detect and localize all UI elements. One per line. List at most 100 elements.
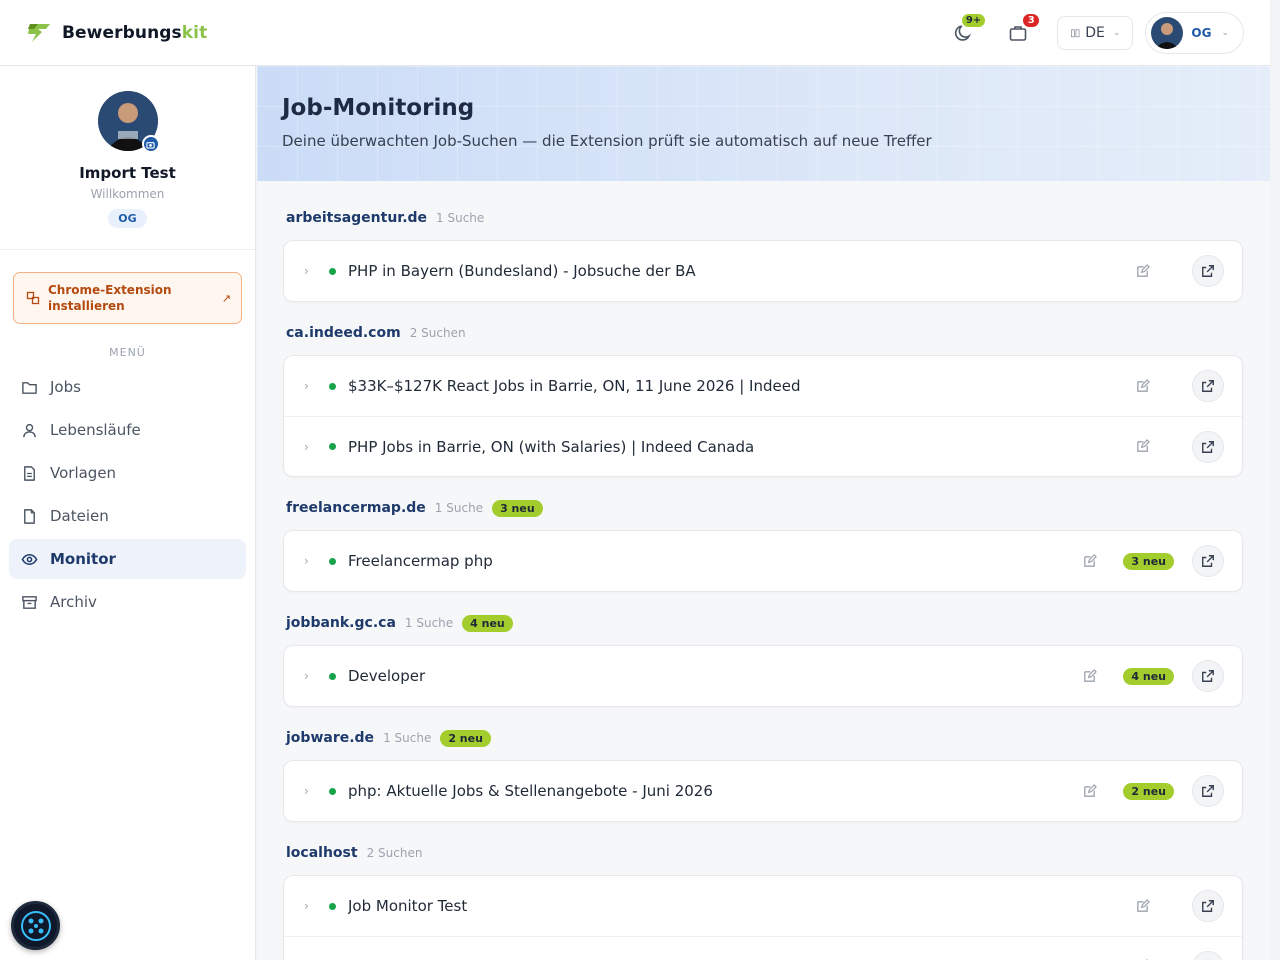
search-title: Freelancermap php <box>348 552 493 570</box>
edit-icon[interactable] <box>1132 437 1152 457</box>
document-icon <box>24 465 35 481</box>
open-external-button[interactable] <box>1192 545 1224 577</box>
sidebar-item-vorlagen[interactable]: Vorlagen <box>9 453 246 493</box>
chrome-extension-label: Chrome-Extension installieren <box>48 283 172 313</box>
search-row[interactable]: › PHP Jobs in Barrie, ON (with Salaries) … <box>284 416 1242 476</box>
logo-mark-icon <box>28 23 50 42</box>
user-icon <box>23 423 36 437</box>
page-header: Job-Monitoring Deine überwachten Job-Suc… <box>257 66 1270 181</box>
cookie-icon <box>20 910 51 941</box>
group-new-badge: 2 neu <box>440 729 491 747</box>
group-header: arbeitsagentur.de 1 Suche <box>286 207 1243 229</box>
sidebar-item-lebenslaeufe[interactable]: Lebensläufe <box>9 410 246 450</box>
chevron-right-icon[interactable]: › <box>304 669 318 683</box>
page-title: Job-Monitoring <box>282 95 475 121</box>
sidebar: Import Test Willkommen OG Chrome-Extensi… <box>0 66 256 960</box>
group-domain[interactable]: arbeitsagentur.de <box>286 210 427 226</box>
avatar[interactable] <box>97 91 160 153</box>
open-external-button[interactable] <box>1192 255 1224 287</box>
search-title: php: Aktuelle Jobs & Stellenangebote - J… <box>348 782 713 800</box>
open-external-button[interactable] <box>1192 950 1224 960</box>
search-row[interactable]: › php: Aktuelle Jobs & Stellenangebote - … <box>284 761 1242 821</box>
group-domain[interactable]: localhost <box>286 845 358 861</box>
search-card: › php: Aktuelle Jobs & Stellenangebote - … <box>283 760 1243 822</box>
status-dot <box>329 672 336 680</box>
notifications-button[interactable]: 9+ <box>949 12 988 48</box>
group-domain[interactable]: ca.indeed.com <box>286 325 401 341</box>
row-new-badge: 2 neu <box>1123 782 1174 800</box>
chevron-right-icon[interactable]: › <box>304 899 318 913</box>
search-row[interactable]: ›Bewerbungshelferlein.de <box>284 936 1242 960</box>
group-count: 1 Suche <box>434 501 484 515</box>
group-domain[interactable]: jobware.de <box>286 730 374 746</box>
user-menu-button[interactable]: OG ⌄ <box>1145 12 1244 54</box>
chevron-right-icon[interactable]: › <box>304 784 318 798</box>
file-icon <box>24 508 35 524</box>
language-label: DE <box>1085 25 1105 41</box>
status-dot <box>329 902 336 910</box>
search-card: › $33K–$127K React Jobs in Barrie, ON, 11… <box>283 355 1243 477</box>
search-title: PHP Jobs in Barrie, ON (with Salaries) |… <box>348 437 755 456</box>
tasks-badge: 3 <box>1021 12 1042 29</box>
folder-icon <box>22 381 37 394</box>
edit-icon[interactable] <box>1132 896 1152 916</box>
brand-logo[interactable]: Bewerbungskit <box>26 22 207 44</box>
sidebar-item-dateien[interactable]: Dateien <box>9 496 246 536</box>
edit-icon[interactable] <box>1079 666 1099 686</box>
chevron-right-icon[interactable]: › <box>304 379 318 393</box>
search-title: Developer <box>348 667 426 685</box>
group-count: 1 Suche <box>383 731 432 745</box>
search-card: › Developer 4 neu <box>283 645 1243 707</box>
tasks-button[interactable]: 3 <box>1003 12 1042 48</box>
search-row[interactable]: › $33K–$127K React Jobs in Barrie, ON, 11… <box>284 356 1242 416</box>
search-title: PHP in Bayern (Bundesland) - Jobsuche de… <box>348 262 696 280</box>
chevron-right-icon[interactable]: › <box>304 554 318 568</box>
sidebar-item-monitor[interactable]: Monitor <box>9 539 246 579</box>
search-row[interactable]: › Job Monitor Test <box>284 876 1242 936</box>
profile-tag: OG <box>108 209 147 228</box>
external-arrow-icon: ↗ <box>221 291 231 305</box>
status-dot <box>329 557 336 565</box>
chevron-down-icon: ⌄ <box>1221 28 1229 38</box>
main-content: Job-Monitoring Deine überwachten Job-Suc… <box>257 66 1270 960</box>
status-dot <box>329 382 336 390</box>
search-title: Job Monitor Test <box>348 897 468 915</box>
open-external-button[interactable] <box>1192 370 1224 402</box>
cookie-settings-button[interactable] <box>11 901 60 950</box>
chevron-right-icon[interactable]: › <box>304 264 318 278</box>
top-header: Bewerbungskit 9+ 3 ▯▯ DE ⌄ OG ⌄ <box>0 0 1270 66</box>
chevron-right-icon[interactable]: › <box>304 440 318 454</box>
group-count: 2 Suchen <box>366 846 423 860</box>
language-select[interactable]: ▯▯ DE ⌄ <box>1057 16 1134 50</box>
edit-icon[interactable] <box>1132 957 1152 960</box>
group-header: localhost 2 Suchen <box>286 842 1243 864</box>
puzzle-icon <box>26 291 40 305</box>
sidebar-item-archiv[interactable]: Archiv <box>9 582 246 622</box>
group-domain[interactable]: jobbank.gc.ca <box>286 615 396 631</box>
profile-name: Import Test <box>79 164 176 182</box>
status-dot <box>329 787 336 795</box>
open-external-button[interactable] <box>1192 775 1224 807</box>
sidebar-item-jobs[interactable]: Jobs <box>9 367 246 407</box>
group-count: 1 Suche <box>436 211 485 225</box>
open-external-button[interactable] <box>1192 660 1224 692</box>
edit-icon[interactable] <box>1132 376 1152 396</box>
group-new-badge: 4 neu <box>462 614 513 632</box>
camera-icon[interactable] <box>141 135 160 153</box>
profile-subtitle: Willkommen <box>90 187 165 201</box>
row-new-badge: 4 neu <box>1123 667 1174 685</box>
eye-icon <box>21 553 38 565</box>
search-card: › PHP in Bayern (Bundesland) - Jobsuche d… <box>283 240 1243 302</box>
notifications-badge: 9+ <box>959 12 988 29</box>
chrome-extension-install-link[interactable]: Chrome-Extension installieren ↗ <box>13 272 242 324</box>
search-row[interactable]: › Developer 4 neu <box>284 646 1242 706</box>
group-domain[interactable]: freelancermap.de <box>286 500 426 516</box>
search-row[interactable]: › Freelancermap php 3 neu <box>284 531 1242 591</box>
edit-icon[interactable] <box>1132 261 1152 281</box>
row-new-badge: 3 neu <box>1123 552 1174 570</box>
edit-icon[interactable] <box>1079 781 1099 801</box>
search-row[interactable]: › PHP in Bayern (Bundesland) - Jobsuche d… <box>284 241 1242 301</box>
open-external-button[interactable] <box>1192 890 1224 922</box>
edit-icon[interactable] <box>1079 551 1099 571</box>
open-external-button[interactable] <box>1192 430 1224 463</box>
